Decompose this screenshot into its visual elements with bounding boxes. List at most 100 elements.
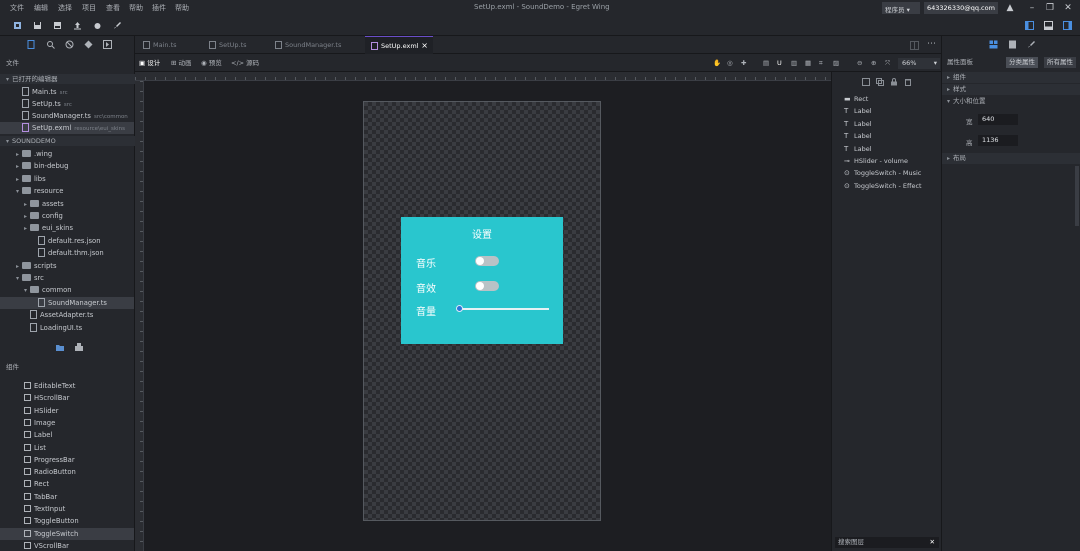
- menu-plugins[interactable]: 插件: [152, 3, 166, 13]
- section-layout[interactable]: ▸ 布局: [942, 153, 1080, 164]
- fit-icon[interactable]: ⤧: [885, 57, 890, 69]
- clear-icon[interactable]: ✕: [930, 537, 935, 548]
- layer-item[interactable]: T Label: [844, 130, 872, 142]
- extensions-icon[interactable]: [103, 40, 112, 49]
- hand-tool-icon[interactable]: ✋: [713, 57, 721, 69]
- git-icon[interactable]: [84, 40, 93, 49]
- tree-folder[interactable]: ▸ assets: [0, 198, 134, 210]
- zoom-in-icon[interactable]: ⊕: [871, 57, 876, 69]
- open-editor-item[interactable]: SetUp.ts src: [0, 98, 134, 110]
- debug-icon[interactable]: [93, 21, 102, 30]
- tree-folder[interactable]: ▸ libs: [0, 173, 134, 185]
- tree-file[interactable]: SoundManager.ts: [0, 296, 134, 309]
- volume-slider-thumb[interactable]: [456, 305, 463, 312]
- menu-help[interactable]: 帮助: [129, 3, 143, 13]
- menu-project[interactable]: 项目: [82, 3, 96, 13]
- brush-icon[interactable]: [113, 21, 122, 30]
- height-input[interactable]: 1136: [978, 135, 1018, 146]
- mode-source[interactable]: </> 源码: [231, 57, 259, 69]
- close-icon[interactable]: ✕: [1062, 2, 1074, 14]
- mode-design[interactable]: ▣ 设计: [139, 57, 160, 69]
- new-folder-icon[interactable]: [55, 342, 65, 352]
- component-item[interactable]: TabBar: [0, 491, 134, 503]
- tree-file[interactable]: default.res.json: [0, 235, 134, 247]
- bookmark-icon[interactable]: ▤: [763, 57, 769, 69]
- role-select[interactable]: 程序员 ▾: [882, 2, 920, 14]
- group-icon[interactable]: [876, 78, 884, 86]
- tree-file[interactable]: LoadingUI.ts: [0, 322, 134, 334]
- collapse-icon[interactable]: [74, 342, 84, 352]
- component-item[interactable]: TextInput: [0, 503, 134, 515]
- delete-icon[interactable]: [904, 78, 912, 86]
- effect-toggle[interactable]: [475, 281, 499, 291]
- component-item[interactable]: Image: [0, 417, 134, 429]
- files-icon[interactable]: [27, 40, 36, 49]
- tree-folder[interactable]: ▾ src: [0, 272, 134, 284]
- component-item[interactable]: Label: [0, 429, 134, 441]
- tree-folder[interactable]: ▸ eui_skins: [0, 222, 134, 234]
- menu-file[interactable]: 文件: [10, 3, 24, 13]
- grid-icon[interactable]: ▦: [805, 57, 811, 69]
- all-properties-button[interactable]: 所有属性: [1044, 57, 1076, 68]
- properties-icon[interactable]: [989, 40, 998, 49]
- component-item[interactable]: HSlider: [0, 405, 134, 417]
- rotate-icon[interactable]: ◎: [727, 57, 733, 69]
- lock-icon[interactable]: [890, 78, 898, 86]
- layer-search-input[interactable]: 搜索图层 ✕: [835, 537, 939, 548]
- component-item[interactable]: EditableText: [0, 380, 134, 392]
- mode-animation[interactable]: ⊞ 动画: [171, 57, 192, 69]
- layer-item[interactable]: ⊙ ToggleSwitch - Music: [844, 167, 921, 179]
- width-input[interactable]: 640: [978, 114, 1018, 125]
- open-editor-item[interactable]: Main.ts src: [0, 86, 134, 98]
- close-tab-icon[interactable]: ×: [421, 37, 428, 55]
- brush-icon[interactable]: [1027, 40, 1036, 49]
- tab-soundmanager-ts[interactable]: SoundManager.ts: [269, 36, 365, 54]
- component-item[interactable]: List: [0, 442, 134, 454]
- guide-icon[interactable]: ⌗: [819, 57, 823, 69]
- project-header[interactable]: ▾ SOUNDDEMO: [0, 136, 135, 146]
- settings-dialog[interactable]: 设置 音乐 音效 音量: [401, 217, 563, 344]
- tree-folder[interactable]: ▾ common: [0, 284, 134, 296]
- layer-item[interactable]: T Label: [844, 118, 872, 130]
- component-item[interactable]: HScrollBar: [0, 392, 134, 404]
- component-item[interactable]: ToggleButton: [0, 515, 134, 527]
- menu-help-2[interactable]: 帮助: [175, 3, 189, 13]
- layer-item[interactable]: ▬ Rect: [844, 93, 868, 105]
- split-editor-icon[interactable]: [910, 41, 919, 50]
- snap-icon[interactable]: ✚: [741, 57, 746, 69]
- menu-view[interactable]: 查看: [106, 3, 120, 13]
- menu-select[interactable]: 选择: [58, 3, 72, 13]
- layer-item[interactable]: T Label: [844, 105, 872, 117]
- tree-folder[interactable]: ▾ resource: [0, 185, 134, 197]
- search-icon[interactable]: [46, 40, 55, 49]
- layer-item[interactable]: ⊙ ToggleSwitch - Effect: [844, 180, 922, 192]
- layout-left-icon[interactable]: [1025, 21, 1034, 30]
- tree-folder[interactable]: ▸ bin-debug: [0, 160, 134, 172]
- book-icon[interactable]: [1008, 40, 1017, 49]
- restore-icon[interactable]: ❐: [1044, 2, 1056, 14]
- image-icon[interactable]: ▨: [833, 57, 839, 69]
- no-entry-icon[interactable]: [65, 40, 74, 49]
- section-style[interactable]: ▸ 样式: [942, 84, 1080, 95]
- layer-item[interactable]: ⊸ HSlider - volume: [844, 155, 908, 167]
- minimize-icon[interactable]: –: [1026, 2, 1038, 14]
- section-size-position[interactable]: ▾ 大小和位置: [942, 96, 1080, 107]
- tree-folder[interactable]: ▸ config: [0, 210, 134, 222]
- add-layer-icon[interactable]: [862, 78, 870, 86]
- volume-slider-track[interactable]: [459, 308, 549, 310]
- bell-icon[interactable]: ▲: [1004, 2, 1016, 14]
- category-properties-button[interactable]: 分类属性: [1006, 57, 1038, 68]
- section-component[interactable]: ▸ 组件: [942, 72, 1080, 83]
- menu-edit[interactable]: 编辑: [34, 3, 48, 13]
- zoom-out-icon[interactable]: ⊖: [857, 57, 862, 69]
- component-item[interactable]: Rect: [0, 478, 134, 490]
- layout-bottom-icon[interactable]: [1044, 21, 1053, 30]
- magnet-icon[interactable]: U: [777, 57, 782, 69]
- properties-scrollbar[interactable]: [1075, 166, 1079, 226]
- component-item[interactable]: RadioButton: [0, 466, 134, 478]
- component-item[interactable]: VScrollBar: [0, 540, 134, 551]
- component-item[interactable]: ToggleSwitch: [0, 527, 134, 540]
- new-file-icon[interactable]: [13, 21, 22, 30]
- open-editor-item[interactable]: SoundManager.ts src\common: [0, 110, 134, 122]
- layout-right-icon[interactable]: [1063, 21, 1072, 30]
